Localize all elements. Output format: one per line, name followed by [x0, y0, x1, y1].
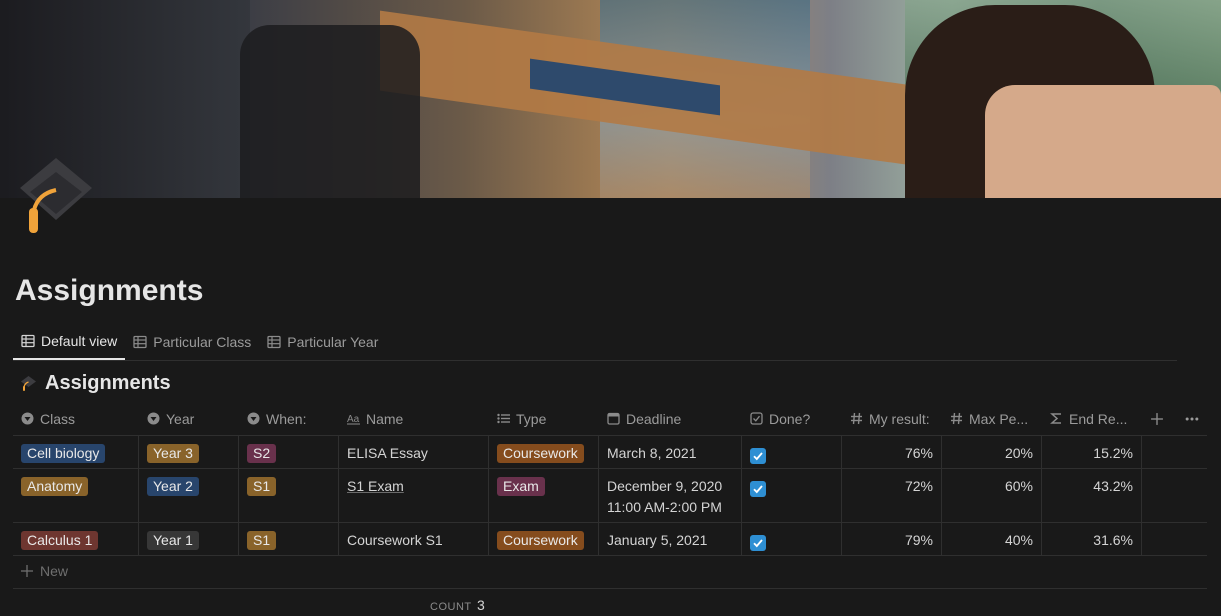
column-header-when[interactable]: When: — [239, 402, 339, 435]
end-re-cell[interactable]: 15.2% — [1042, 436, 1142, 468]
database-title[interactable]: Assignments — [20, 372, 171, 395]
cover-image — [0, 0, 1221, 198]
deadline-date: December 9, 2020 — [607, 478, 723, 494]
max-pe-cell[interactable]: 40% — [942, 523, 1042, 555]
table-row[interactable]: Cell biology Year 3 S2 ELISA Essay Cours… — [13, 436, 1207, 469]
max-pe-cell[interactable]: 60% — [942, 469, 1042, 522]
table-icon — [133, 335, 147, 349]
tab-particular-class[interactable]: Particular Class — [125, 324, 259, 360]
done-checkbox[interactable] — [750, 448, 766, 465]
count-value: 3 — [476, 597, 486, 613]
type-tag[interactable]: Exam — [497, 477, 545, 496]
text-icon: Aa — [347, 414, 360, 425]
formula-icon — [1050, 413, 1061, 424]
table-row[interactable]: Anatomy Year 2 S1 S1 Exam Exam December … — [13, 469, 1207, 523]
select-icon — [21, 412, 34, 425]
max-pe-cell[interactable]: 20% — [942, 436, 1042, 468]
number-icon — [851, 412, 862, 425]
checkbox-icon — [750, 412, 763, 425]
new-row-button[interactable]: New — [20, 563, 68, 579]
view-tabs: Default view Particular Class Particular… — [13, 324, 1177, 361]
name-cell[interactable]: S1 Exam — [347, 478, 404, 494]
column-header-deadline[interactable]: Deadline — [599, 402, 742, 435]
tab-label: Particular Class — [153, 334, 252, 350]
table-icon — [267, 335, 281, 349]
year-tag[interactable]: Year 1 — [147, 531, 199, 550]
divider — [13, 588, 1207, 589]
deadline-cell[interactable]: March 8, 2021 — [599, 436, 742, 468]
when-tag[interactable]: S1 — [247, 477, 277, 496]
class-tag[interactable]: Calculus 1 — [21, 531, 99, 550]
svg-text:Aa: Aa — [347, 414, 360, 425]
column-header-end-re[interactable]: End Re... — [1042, 402, 1142, 435]
year-tag[interactable]: Year 3 — [147, 444, 199, 463]
count-label: COUNT — [430, 601, 472, 613]
name-cell[interactable]: Coursework S1 — [339, 523, 489, 555]
tab-default-view[interactable]: Default view — [13, 324, 126, 360]
column-header-my-result[interactable]: My result: — [842, 402, 942, 435]
deadline-time: 11:00 AM-2:00 PM — [607, 499, 722, 515]
type-tag[interactable]: Coursework — [497, 444, 584, 463]
done-checkbox[interactable] — [750, 481, 766, 498]
class-tag[interactable]: Anatomy — [21, 477, 89, 496]
column-header-max-pe[interactable]: Max Pe... — [942, 402, 1042, 435]
select-icon — [247, 412, 260, 425]
page-title: Assignments — [15, 274, 204, 307]
plus-icon — [21, 565, 33, 577]
tab-label: Default view — [41, 333, 118, 349]
select-icon — [147, 412, 160, 425]
type-tag[interactable]: Coursework — [497, 531, 584, 550]
column-header-type[interactable]: Type — [489, 402, 599, 435]
table-header: Class Year When: Aa Name Type Deadline D… — [13, 402, 1207, 436]
my-result-cell[interactable]: 79% — [842, 523, 942, 555]
count-summary[interactable]: COUNT 3 — [430, 597, 485, 613]
when-tag[interactable]: S2 — [247, 444, 277, 463]
table-icon — [21, 334, 35, 348]
database-title-label: Assignments — [45, 372, 171, 394]
list-icon — [497, 413, 510, 424]
deadline-cell[interactable]: December 9, 2020 11:00 AM-2:00 PM — [599, 469, 742, 522]
year-tag[interactable]: Year 2 — [147, 477, 199, 496]
plus-icon[interactable] — [1150, 412, 1164, 426]
tab-particular-year[interactable]: Particular Year — [259, 324, 386, 360]
new-row-label: New — [40, 563, 69, 579]
column-header-class[interactable]: Class — [13, 402, 139, 435]
column-header-name[interactable]: Aa Name — [339, 402, 489, 435]
column-actions — [1142, 402, 1207, 435]
calendar-icon — [607, 412, 620, 425]
my-result-cell[interactable]: 76% — [842, 436, 942, 468]
column-header-year[interactable]: Year — [139, 402, 239, 435]
my-result-cell[interactable]: 72% — [842, 469, 942, 522]
name-cell[interactable]: ELISA Essay — [339, 436, 489, 468]
deadline-cell[interactable]: January 5, 2021 — [599, 523, 742, 555]
more-icon[interactable] — [1185, 412, 1199, 426]
number-icon — [951, 412, 962, 425]
tab-label: Particular Year — [287, 334, 379, 350]
class-tag[interactable]: Cell biology — [21, 444, 106, 463]
table-row[interactable]: Calculus 1 Year 1 S1 Coursework S1 Cours… — [13, 523, 1207, 556]
graduation-cap-icon[interactable] — [16, 158, 96, 238]
when-tag[interactable]: S1 — [247, 531, 277, 550]
graduation-cap-icon — [21, 376, 36, 391]
end-re-cell[interactable]: 43.2% — [1042, 469, 1142, 522]
end-re-cell[interactable]: 31.6% — [1042, 523, 1142, 555]
column-header-done[interactable]: Done? — [742, 402, 842, 435]
done-checkbox[interactable] — [750, 535, 766, 552]
assignments-table: Class Year When: Aa Name Type Deadline D… — [13, 402, 1207, 556]
